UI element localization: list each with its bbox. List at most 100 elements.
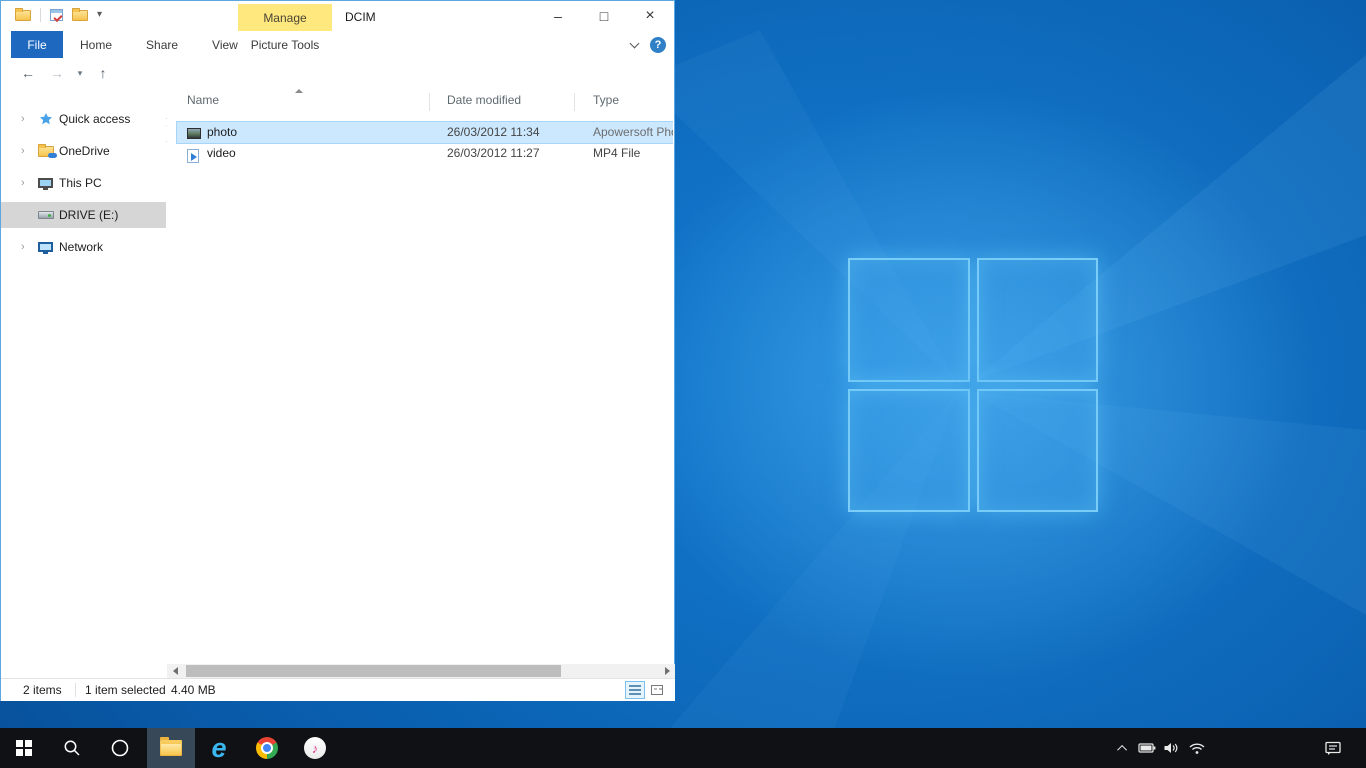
properties-icon[interactable]: [50, 9, 63, 21]
sidebar-item-label: OneDrive: [59, 144, 110, 158]
expander-chevron-icon[interactable]: ›: [21, 145, 29, 157]
taskbar: e ♪: [0, 728, 1366, 768]
drive-icon: [37, 211, 54, 219]
tab-share[interactable]: Share: [129, 31, 195, 58]
network-tray-icon[interactable]: [1186, 728, 1208, 768]
file-tab[interactable]: File: [11, 31, 63, 58]
taskbar-search-button[interactable]: [48, 728, 96, 768]
action-center-button[interactable]: [1322, 728, 1344, 768]
sidebar-item-label: DRIVE (E:): [59, 208, 118, 222]
window-controls: – □ ×: [535, 1, 673, 31]
expander-chevron-icon[interactable]: ›: [21, 241, 29, 253]
column-divider[interactable]: [429, 93, 430, 111]
volume-tray-icon[interactable]: [1160, 728, 1182, 768]
this-pc-icon: [37, 178, 54, 188]
scroll-right-arrow-icon[interactable]: [659, 664, 675, 678]
maximize-button[interactable]: □: [581, 1, 627, 31]
minimize-button[interactable]: –: [535, 1, 581, 31]
window-title: DCIM: [345, 10, 376, 24]
file-date-modified: 26/03/2012 11:34: [447, 125, 540, 139]
sidebar-item-label: Network: [59, 240, 103, 254]
itunes-icon: ♪: [304, 737, 326, 759]
cortana-circle-icon: [110, 738, 130, 758]
large-icons-view-button[interactable]: [647, 681, 667, 699]
view-switcher: [625, 681, 667, 699]
battery-tray-icon[interactable]: [1136, 728, 1158, 768]
internet-explorer-icon: e: [211, 735, 226, 762]
scroll-left-arrow-icon[interactable]: [167, 664, 183, 678]
file-row-photo[interactable]: photo 26/03/2012 11:34 Apowersoft Pho: [177, 122, 673, 143]
windows-logo-pane: [848, 389, 970, 513]
windows-logo-pane: [977, 258, 1099, 382]
navigation-pane: › Quick access › OneDrive › This PC DRIV…: [1, 87, 166, 662]
large-icons-view-icon: [651, 685, 663, 695]
sidebar-item-this-pc[interactable]: › This PC: [1, 170, 166, 196]
selection-count: 1 item selected: [85, 683, 166, 697]
sidebar-item-label: This PC: [59, 176, 102, 190]
forward-button[interactable]: →: [46, 58, 68, 88]
windows-start-icon: [16, 740, 32, 756]
quick-access-toolbar: ▾: [15, 8, 102, 22]
column-divider[interactable]: [574, 93, 575, 111]
file-type: MP4 File: [593, 146, 673, 160]
windows-logo: [848, 258, 1098, 512]
caret-up-icon: [1117, 744, 1127, 754]
selection-size: 4.40 MB: [171, 683, 216, 697]
search-icon: [63, 739, 81, 757]
ribbon-tab-row: File Home Share View Picture Tools ?: [1, 31, 674, 58]
file-name: video: [207, 146, 236, 160]
chrome-icon: [256, 737, 278, 759]
item-count: 2 items: [23, 683, 62, 697]
expander-chevron-icon[interactable]: ›: [21, 113, 29, 125]
title-bar: ▾ Manage DCIM – □ ×: [1, 1, 674, 31]
windows-logo-pane: [848, 258, 970, 382]
tab-picture-tools[interactable]: Picture Tools: [238, 31, 332, 58]
close-button[interactable]: ×: [627, 1, 673, 31]
up-button[interactable]: ↑: [92, 58, 114, 88]
file-row-video[interactable]: video 26/03/2012 11:27 MP4 File: [177, 143, 673, 164]
expander-chevron-icon[interactable]: ›: [21, 177, 29, 189]
file-explorer-icon: [160, 740, 182, 756]
manage-contextual-tab[interactable]: Manage: [238, 4, 332, 31]
expand-ribbon-icon[interactable]: [630, 38, 640, 48]
file-explorer-window: ▾ Manage DCIM – □ × File Home Share View…: [0, 0, 675, 701]
file-list: Name Date modified Type photo 26/03/2012…: [167, 87, 673, 662]
sidebar-item-quick-access[interactable]: › Quick access: [1, 106, 166, 132]
onedrive-icon: [37, 146, 54, 157]
toolbar-separator: [40, 8, 41, 22]
help-icon[interactable]: ?: [650, 37, 666, 53]
taskbar-itunes-button[interactable]: ♪: [291, 728, 339, 768]
customize-qat-chevron-icon[interactable]: ▾: [97, 10, 102, 20]
sidebar-item-network[interactable]: › Network: [1, 234, 166, 260]
taskbar-file-explorer-button[interactable]: [147, 728, 195, 768]
status-divider: [75, 683, 76, 697]
cortana-button[interactable]: [96, 728, 144, 768]
taskbar-internet-explorer-button[interactable]: e: [195, 728, 243, 768]
file-name: photo: [207, 125, 237, 139]
sidebar-item-drive-e[interactable]: DRIVE (E:): [1, 202, 166, 228]
details-view-icon: [629, 685, 641, 695]
new-folder-icon[interactable]: [72, 10, 88, 21]
recent-locations-chevron-icon[interactable]: ▾: [73, 58, 87, 88]
column-header-type[interactable]: Type: [593, 93, 619, 107]
file-date-modified: 26/03/2012 11:27: [447, 146, 540, 160]
sidebar-item-onedrive[interactable]: › OneDrive: [1, 138, 166, 164]
sort-ascending-icon: [295, 89, 303, 93]
network-icon: [37, 242, 54, 252]
details-view-button[interactable]: [625, 681, 645, 699]
scrollbar-thumb[interactable]: [186, 665, 561, 677]
back-button[interactable]: ←: [17, 58, 39, 88]
ribbon-right-controls: ?: [631, 31, 666, 58]
horizontal-scrollbar[interactable]: [167, 664, 675, 678]
start-button[interactable]: [0, 728, 48, 768]
status-bar: 2 items 1 item selected 4.40 MB: [1, 678, 675, 701]
tab-home[interactable]: Home: [63, 31, 129, 58]
column-header-date-modified[interactable]: Date modified: [447, 93, 521, 107]
explorer-app-icon: [15, 10, 31, 21]
file-type: Apowersoft Pho: [593, 125, 673, 139]
taskbar-chrome-button[interactable]: [243, 728, 291, 768]
address-bar-row: ← → ▾ ↑ DRIVE (E:) › DCIM ▾: [1, 58, 674, 88]
sidebar-item-label: Quick access: [59, 112, 130, 126]
show-hidden-icons-button[interactable]: [1112, 728, 1134, 768]
column-header-name[interactable]: Name: [187, 93, 219, 107]
